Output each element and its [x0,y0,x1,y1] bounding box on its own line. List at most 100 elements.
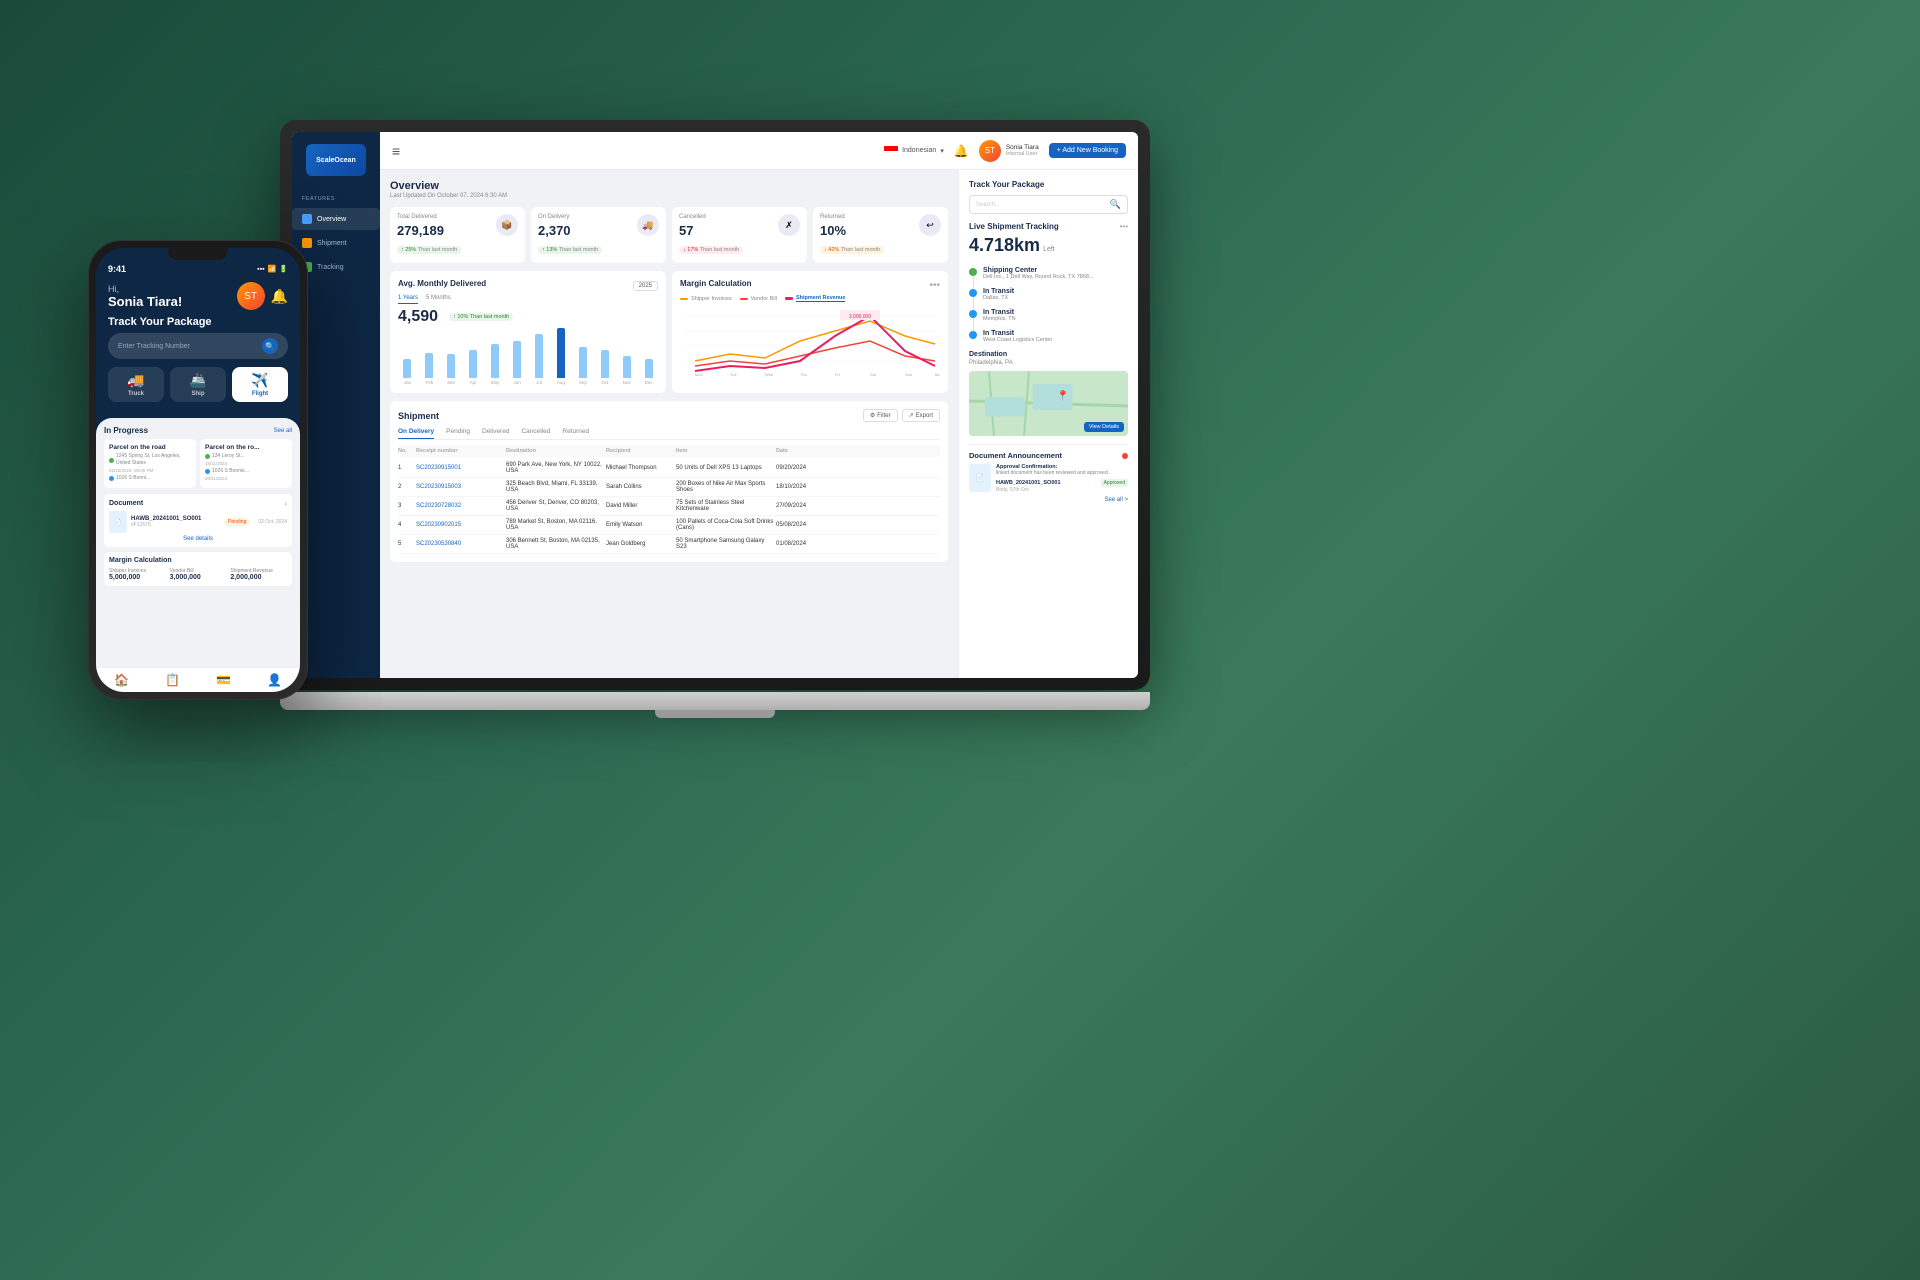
tab-returned[interactable]: Returned [562,428,589,439]
tab-5-months[interactable]: 5 Months [426,295,451,304]
export-button[interactable]: ↗ Export [902,409,940,422]
margin-vendor-value: 3,000,000 [170,574,227,581]
tracking-search-box[interactable]: Search... 🔍 [969,195,1128,214]
tab-delivered[interactable]: Delivered [482,428,509,439]
stat-ret-icon: ↩ [919,214,941,236]
stat-td-value: 279,189 [397,223,461,238]
add-new-booking-button[interactable]: + Add New Booking [1049,143,1126,158]
phone-margin-card: Margin Calculation Shipper Invoices 5,00… [104,552,292,586]
language-selector[interactable]: Indonesian ▾ [884,146,944,156]
step-dot-blue-1 [969,289,977,297]
phone-search-box[interactable]: Enter Tracking Number 🔍 [108,333,288,359]
more-icon[interactable]: ••• [929,280,940,291]
bar-jun [513,341,521,379]
step-shipping-label: Shipping Center [983,267,1094,274]
table-row: 1 SC20230915001 690 Park Ave, New York, … [398,459,940,478]
bar-aug [557,328,565,378]
doc-sec-arrow-icon[interactable]: › [284,499,287,508]
phone-nav-card[interactable]: 💳 [216,673,231,687]
row-dest: 306 Bennett St, Boston, MA 02135, USA [506,538,606,550]
row-receipt[interactable]: SC20230530840 [416,541,506,547]
transport-tab-truck[interactable]: 🚚 Truck [108,367,164,402]
see-details-link[interactable]: See details [109,536,287,542]
stat-td-icon: 📦 [496,214,518,236]
bar-mar [447,354,455,378]
tab-1-year[interactable]: 1 Years [398,295,418,304]
bar-label-mar: Mar [447,380,455,385]
approval-row: HAWB_20241001_SO001 Approved [996,479,1128,487]
line-chart-svg: 3,000,000 Mon Tue Wed Thu Fri Sat Sun [680,306,940,376]
bar-nov [623,356,631,378]
row-date: 18/10/2024 [776,484,831,490]
overview-title: Overview [390,180,948,192]
bar-label-jul: Jul [536,380,542,385]
sidebar-item-overview[interactable]: Overview [292,208,380,230]
stat-can-value: 57 [679,223,743,238]
search-icon[interactable]: 🔍 [1110,199,1121,210]
row-no: 5 [398,541,416,547]
phone-nav-user[interactable]: 👤 [267,673,282,687]
tab-on-delivery[interactable]: On Delivery [398,428,434,439]
phone-notch [168,248,228,260]
transport-tabs: 🚚 Truck 🚢 Ship ✈️ Flight [108,367,288,402]
view-details-button[interactable]: View Details [1084,422,1124,432]
bar-group-aug: Aug [551,328,570,385]
step-transit-2: In Transit Memphis, TN [969,309,1128,322]
transport-tab-flight[interactable]: ✈️ Flight [232,367,288,402]
filter-button[interactable]: ⚙ Filter [863,409,898,422]
col-destination: Destination [506,448,606,454]
year-button[interactable]: 2025 [633,281,658,291]
laptop-base [280,692,1150,710]
row-item: 200 Boxes of Nike Air Max Sports Shoes [676,481,776,493]
see-all-link[interactable]: See all > [969,497,1128,503]
map-pin-icon: 📍 [1056,391,1068,402]
hamburger-icon[interactable]: ≡ [392,143,400,159]
step-transit-2-label: In Transit [983,309,1016,316]
phone-nav-list[interactable]: 📋 [165,673,180,687]
phone-search-placeholder: Enter Tracking Number [118,343,190,350]
row-date: 01/08/2024 [776,541,831,547]
action-buttons: ⚙ Filter ↗ Export [863,409,940,422]
bar-group-mar: Mar [442,354,461,385]
bar-label-dec: Dec [645,380,653,385]
step-transit-3: In Transit West Coast Logistics Center [969,330,1128,343]
step-shipping-sub: Dell Inc., 1 Dell Way, Round Rock, TX 78… [983,274,1094,280]
tab-pending[interactable]: Pending [446,428,470,439]
svg-text:Tue: Tue [730,372,738,376]
bar-label-apr: Apr [470,380,477,385]
parcel-2-date-1: 15/11/2024 [205,461,287,466]
row-item: 75 Sets of Stainless Steel Kitchenware [676,500,776,512]
bar-label-feb: Feb [426,380,434,385]
line-chart: 3,000,000 Mon Tue Wed Thu Fri Sat Sun [680,306,940,376]
parcel-2-addr-1: 134 Leroy St... [205,453,287,460]
phone-see-all-link[interactable]: See all [274,428,292,434]
transport-tab-ship[interactable]: 🚢 Ship [170,367,226,402]
stat-ret-info: Returned 10% ↓ 42% Than last month [820,214,884,256]
bar-label-jun: Jun [513,380,520,385]
row-receipt[interactable]: SC20230728032 [416,503,506,509]
notification-bell-icon[interactable]: 🔔 [954,144,969,158]
phone-search-icon[interactable]: 🔍 [262,338,278,354]
row-receipt[interactable]: SC20230902015 [416,522,506,528]
chart-header: Avg. Monthly Delivered 2025 [398,279,658,292]
phone-nav-home[interactable]: 🏠 [114,673,129,687]
row-receipt[interactable]: SC20230915003 [416,484,506,490]
row-receipt[interactable]: SC20230915001 [416,465,506,471]
svg-text:Mon: Mon [935,372,940,376]
phone-status-bar: 9:41 ▪▪▪ 📶 🔋 [96,260,300,274]
row-recipient: Emily Watson [606,522,676,528]
phone-bell-icon[interactable]: 🔔 [271,288,288,305]
svg-text:Fri: Fri [835,372,840,376]
flag-icon [884,146,898,156]
table-row: 5 SC20230530840 306 Bennett St, Boston, … [398,535,940,554]
more-options-icon[interactable]: ••• [1120,222,1128,231]
in-progress-header: In Progress See all [104,426,292,435]
parcel-1-addr-2: 1026 S Bonni... [109,475,191,482]
tab-cancelled[interactable]: Cancelled [521,428,550,439]
step-shipping-center: Shipping Center Dell Inc., 1 Dell Way, R… [969,267,1128,280]
table-body: 1 SC20230915001 690 Park Ave, New York, … [398,459,940,554]
bar-group-apr: Apr [464,350,483,385]
language-label: Indonesian [902,147,936,154]
doc-sec-title: Document [109,500,143,507]
destination-section: Destination Philadelphia, PA [969,351,1128,366]
